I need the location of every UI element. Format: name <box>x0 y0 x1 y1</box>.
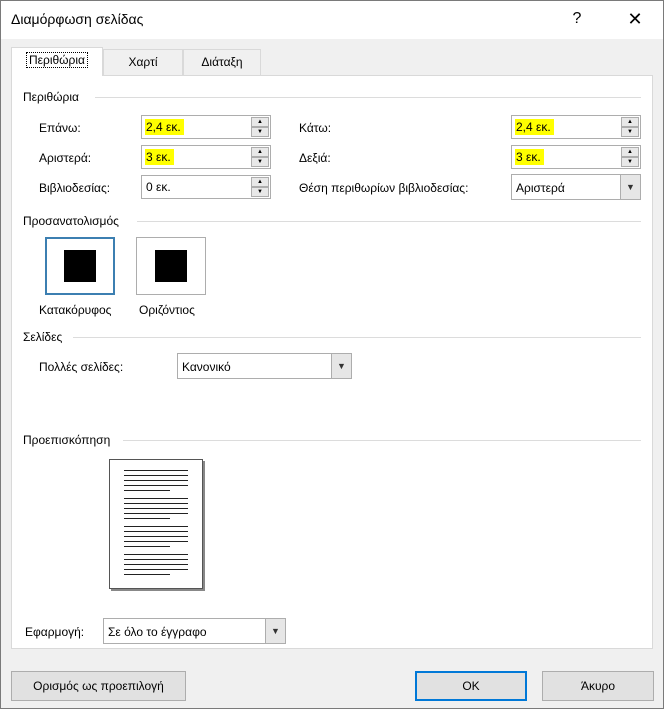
preview-text-line <box>124 574 170 575</box>
preview-text-line <box>124 536 188 537</box>
chevron-down-icon[interactable]: ▼ <box>265 619 285 643</box>
pages-divider <box>73 337 641 338</box>
preview-page <box>109 459 203 589</box>
close-button[interactable]: ✕ <box>615 3 655 35</box>
preview-text-line <box>124 554 188 555</box>
pages-section-label: Σελίδες <box>23 330 63 344</box>
spin-down-icon[interactable]: ▼ <box>251 187 269 197</box>
preview-text-line <box>124 508 188 509</box>
gutter-label: Βιβλιοδεσίας: <box>39 181 111 195</box>
tab-layout[interactable]: Διάταξη <box>183 49 261 75</box>
right-margin-input[interactable]: 3 εκ. ▲ ▼ <box>511 145 641 169</box>
dialog-title: Διαμόρφωση σελίδας <box>11 11 144 27</box>
landscape-label: Οριζόντιος <box>139 303 195 317</box>
portrait-label: Κατακόρυφος <box>39 303 112 317</box>
preview-text-line <box>124 475 188 476</box>
multiple-pages-label: Πολλές σελίδες: <box>39 360 124 374</box>
apply-to-select[interactable]: Σε όλο το έγγραφο ▼ <box>103 618 286 644</box>
preview-text-line <box>124 490 170 491</box>
set-as-default-button[interactable]: Ορισμός ως προεπιλογή <box>11 671 186 701</box>
top-margin-value: 2,4 εκ. <box>145 119 184 135</box>
left-margin-input[interactable]: 3 εκ. ▲ ▼ <box>141 145 271 169</box>
preview-text-line <box>124 518 170 519</box>
tab-margins-label: Περιθώρια <box>26 52 88 68</box>
ok-button[interactable]: OK <box>415 671 527 701</box>
right-margin-spinner[interactable]: ▲ ▼ <box>621 147 639 167</box>
cancel-button[interactable]: Άκυρο <box>542 671 654 701</box>
orientation-divider <box>137 221 641 222</box>
preview-text-line <box>124 485 188 486</box>
left-margin-value: 3 εκ. <box>145 149 174 165</box>
top-margin-input[interactable]: 2,4 εκ. ▲ ▼ <box>141 115 271 139</box>
gutter-input[interactable]: 0 εκ. ▲ ▼ <box>141 175 271 199</box>
bottom-margin-label: Κάτω: <box>299 121 332 135</box>
margins-divider <box>95 97 641 98</box>
spin-up-icon[interactable]: ▲ <box>621 147 639 157</box>
top-margin-label: Επάνω: <box>39 121 81 135</box>
landscape-icon <box>155 250 187 282</box>
bottom-margin-value: 2,4 εκ. <box>515 119 554 135</box>
preview-text-line <box>124 541 188 542</box>
right-margin-label: Δεξιά: <box>299 151 331 165</box>
chevron-down-icon[interactable]: ▼ <box>620 175 640 199</box>
spin-down-icon[interactable]: ▼ <box>251 127 269 137</box>
multiple-pages-select[interactable]: Κανονικό ▼ <box>177 353 352 379</box>
preview-text-line <box>124 480 188 481</box>
spin-up-icon[interactable]: ▲ <box>251 147 269 157</box>
margins-section-label: Περιθώρια <box>23 90 79 104</box>
top-margin-spinner[interactable]: ▲ ▼ <box>251 117 269 137</box>
preview-text-line <box>124 513 188 514</box>
preview-text-line <box>124 569 188 570</box>
preview-text-line <box>124 531 188 532</box>
tab-paper-label: Χαρτί <box>128 55 158 69</box>
tab-layout-label: Διάταξη <box>201 55 243 69</box>
spin-up-icon[interactable]: ▲ <box>621 117 639 127</box>
preview-text-line <box>124 470 188 471</box>
preview-text-line <box>124 526 188 527</box>
left-margin-label: Αριστερά: <box>39 151 92 165</box>
preview-text-line <box>124 546 170 547</box>
gutter-value: 0 εκ. <box>146 180 171 194</box>
landscape-option[interactable] <box>136 237 206 295</box>
apply-to-value: Σε όλο το έγγραφο <box>108 625 207 639</box>
bottom-margin-input[interactable]: 2,4 εκ. ▲ ▼ <box>511 115 641 139</box>
chevron-down-icon[interactable]: ▼ <box>331 354 351 378</box>
preview-text-line <box>124 559 188 560</box>
gutter-position-label: Θέση περιθωρίων βιβλιοδεσίας: <box>299 181 469 195</box>
spin-up-icon[interactable]: ▲ <box>251 177 269 187</box>
preview-text-line <box>124 564 188 565</box>
portrait-icon <box>64 250 96 282</box>
gutter-position-select[interactable]: Αριστερά ▼ <box>511 174 641 200</box>
orientation-section-label: Προσανατολισμός <box>23 214 119 228</box>
right-margin-value: 3 εκ. <box>515 149 544 165</box>
multiple-pages-value: Κανονικό <box>182 360 231 374</box>
preview-text-line <box>124 503 188 504</box>
spin-down-icon[interactable]: ▼ <box>251 157 269 167</box>
left-margin-spinner[interactable]: ▲ ▼ <box>251 147 269 167</box>
spin-up-icon[interactable]: ▲ <box>251 117 269 127</box>
apply-to-label: Εφαρμογή: <box>25 625 85 639</box>
bottom-margin-spinner[interactable]: ▲ ▼ <box>621 117 639 137</box>
gutter-spinner[interactable]: ▲ ▼ <box>251 177 269 197</box>
tab-margins[interactable]: Περιθώρια <box>11 47 103 76</box>
title-bar: Διαμόρφωση σελίδας ? ✕ <box>1 1 663 39</box>
preview-section-label: Προεπισκόπηση <box>23 433 111 447</box>
spin-down-icon[interactable]: ▼ <box>621 127 639 137</box>
tab-paper[interactable]: Χαρτί <box>103 49 183 75</box>
spin-down-icon[interactable]: ▼ <box>621 157 639 167</box>
page-setup-dialog: Διαμόρφωση σελίδας ? ✕ Περιθώρια Χαρτί Δ… <box>0 0 664 709</box>
gutter-position-value: Αριστερά <box>516 181 565 195</box>
preview-text-line <box>124 498 188 499</box>
help-button[interactable]: ? <box>561 3 593 35</box>
portrait-option[interactable] <box>45 237 115 295</box>
preview-divider <box>123 440 641 441</box>
